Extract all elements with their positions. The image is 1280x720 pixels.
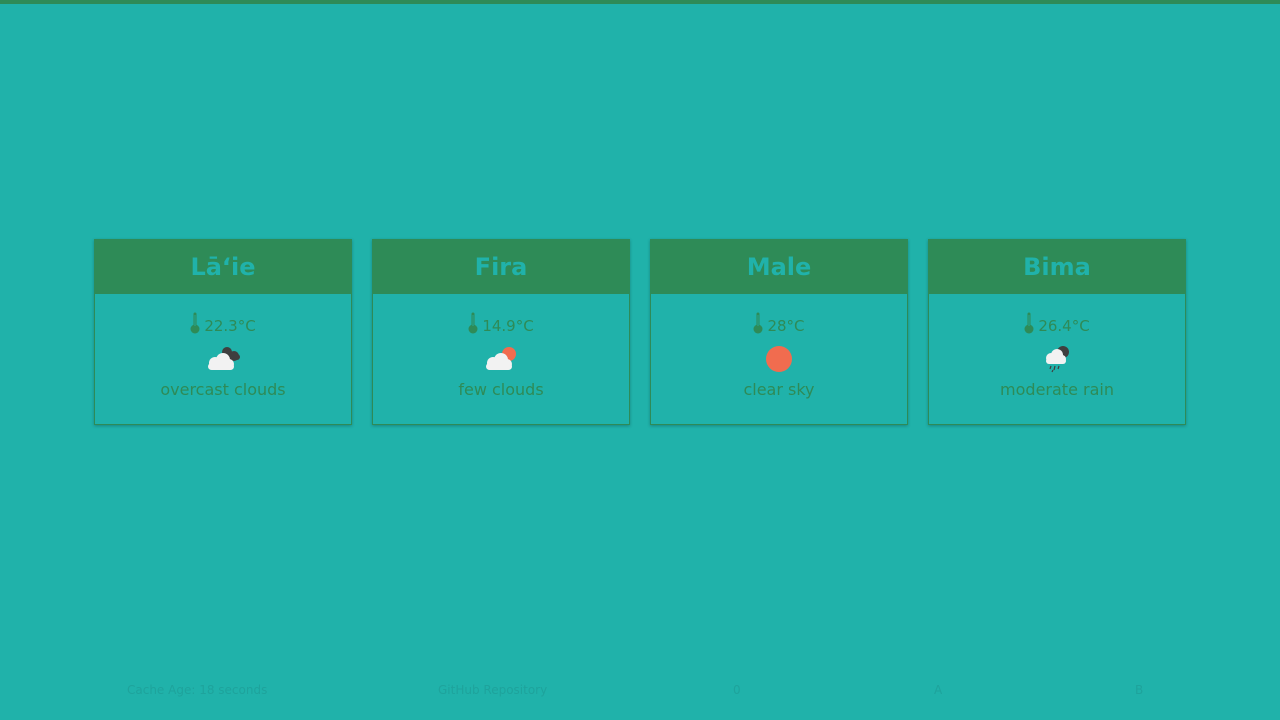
thermometer-icon (1024, 312, 1034, 334)
temperature-row: 26.4°C (929, 310, 1185, 334)
weather-card: Lāʻie 22.3°C overcast clouds (94, 239, 352, 425)
weather-description: moderate rain (1000, 380, 1114, 399)
temperature: 14.9°C (482, 317, 534, 335)
temperature: 28°C (767, 317, 805, 335)
temperature-row: 22.3°C (95, 310, 351, 334)
city-name: Lāʻie (190, 253, 256, 281)
temperature-row: 28°C (651, 310, 907, 334)
temperature-row: 14.9°C (373, 310, 629, 334)
key-0-label: 0 (733, 683, 741, 697)
cache-age-text: Cache Age: 18 seconds (127, 683, 268, 697)
weather-card: Fira 14.9°C few clouds (372, 239, 630, 425)
temperature: 22.3°C (204, 317, 256, 335)
moderate-rain-icon (1046, 346, 1069, 373)
key-a-label: A (934, 683, 943, 697)
weather-card: Male 28°C clear sky (650, 239, 908, 425)
weather-cards: Lāʻie 22.3°C overcast clouds Fira 14.9°C… (94, 239, 1186, 425)
card-header: Lāʻie (95, 240, 351, 294)
weather-description: overcast clouds (160, 380, 286, 399)
thermometer-icon (468, 312, 478, 334)
city-name: Bima (1023, 253, 1091, 281)
city-name: Male (746, 253, 812, 281)
weather-description: few clouds (458, 380, 544, 399)
card-header: Bima (929, 240, 1185, 294)
weather-description: clear sky (743, 380, 815, 399)
key-b-label: B (1135, 683, 1144, 697)
card-header: Fira (373, 240, 629, 294)
overcast-clouds-icon (208, 347, 240, 370)
top-accent-bar (0, 0, 1280, 4)
thermometer-icon (190, 312, 200, 334)
few-clouds-icon (486, 347, 516, 370)
temperature: 26.4°C (1038, 317, 1090, 335)
weather-card: Bima 26.4°C moderate rain (928, 239, 1186, 425)
github-repository-link[interactable]: GitHub Repository (438, 683, 547, 697)
city-name: Fira (474, 253, 528, 281)
clear-sky-icon (766, 346, 792, 372)
thermometer-icon (753, 312, 763, 334)
card-header: Male (651, 240, 907, 294)
